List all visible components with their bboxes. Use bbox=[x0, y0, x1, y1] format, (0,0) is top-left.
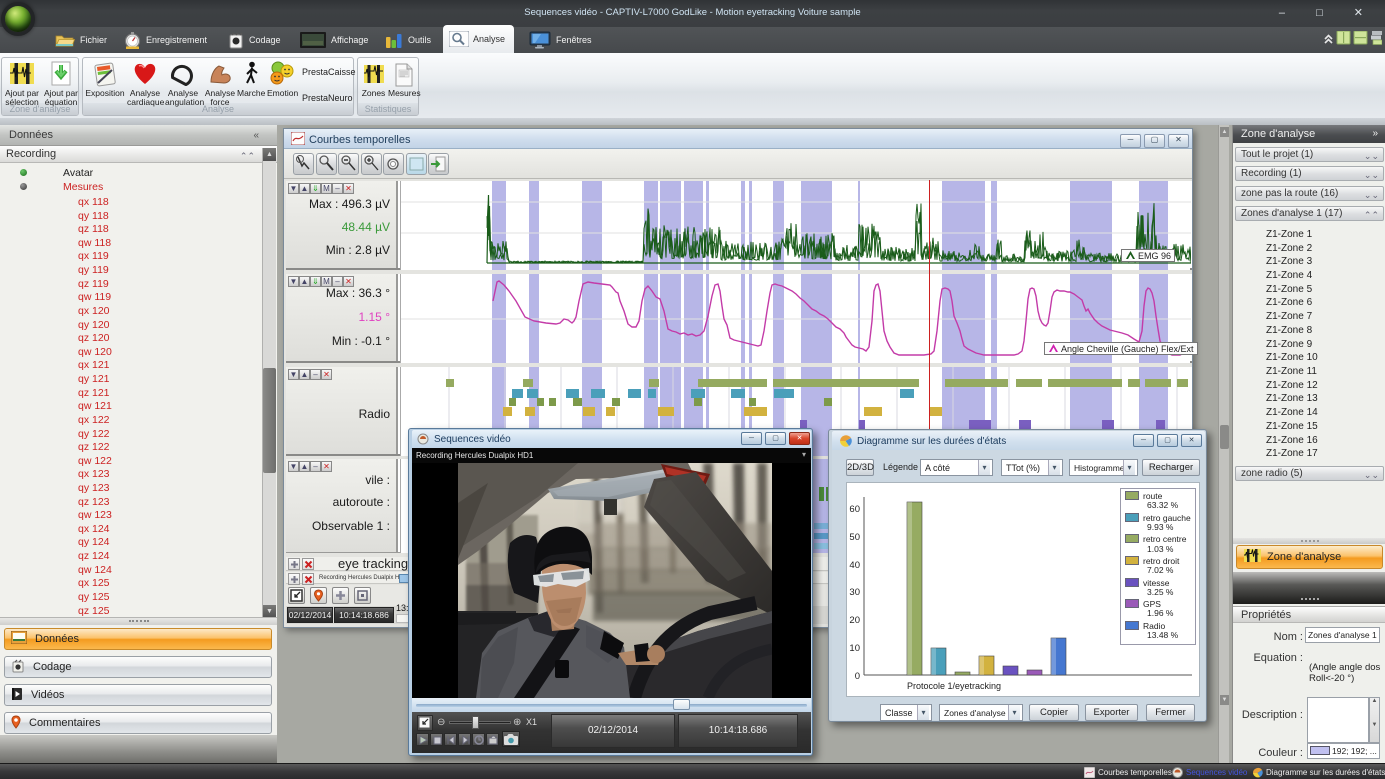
svg-text:40: 40 bbox=[849, 560, 860, 571]
svg-text:20: 20 bbox=[849, 615, 860, 626]
svg-text:30: 30 bbox=[849, 587, 860, 598]
svg-text:60: 60 bbox=[849, 504, 860, 515]
svg-text:Protocole 1/eyetracking: Protocole 1/eyetracking bbox=[907, 681, 1001, 691]
svg-text:50: 50 bbox=[849, 532, 860, 543]
svg-text:10: 10 bbox=[849, 643, 860, 654]
svg-text:0: 0 bbox=[855, 671, 860, 682]
